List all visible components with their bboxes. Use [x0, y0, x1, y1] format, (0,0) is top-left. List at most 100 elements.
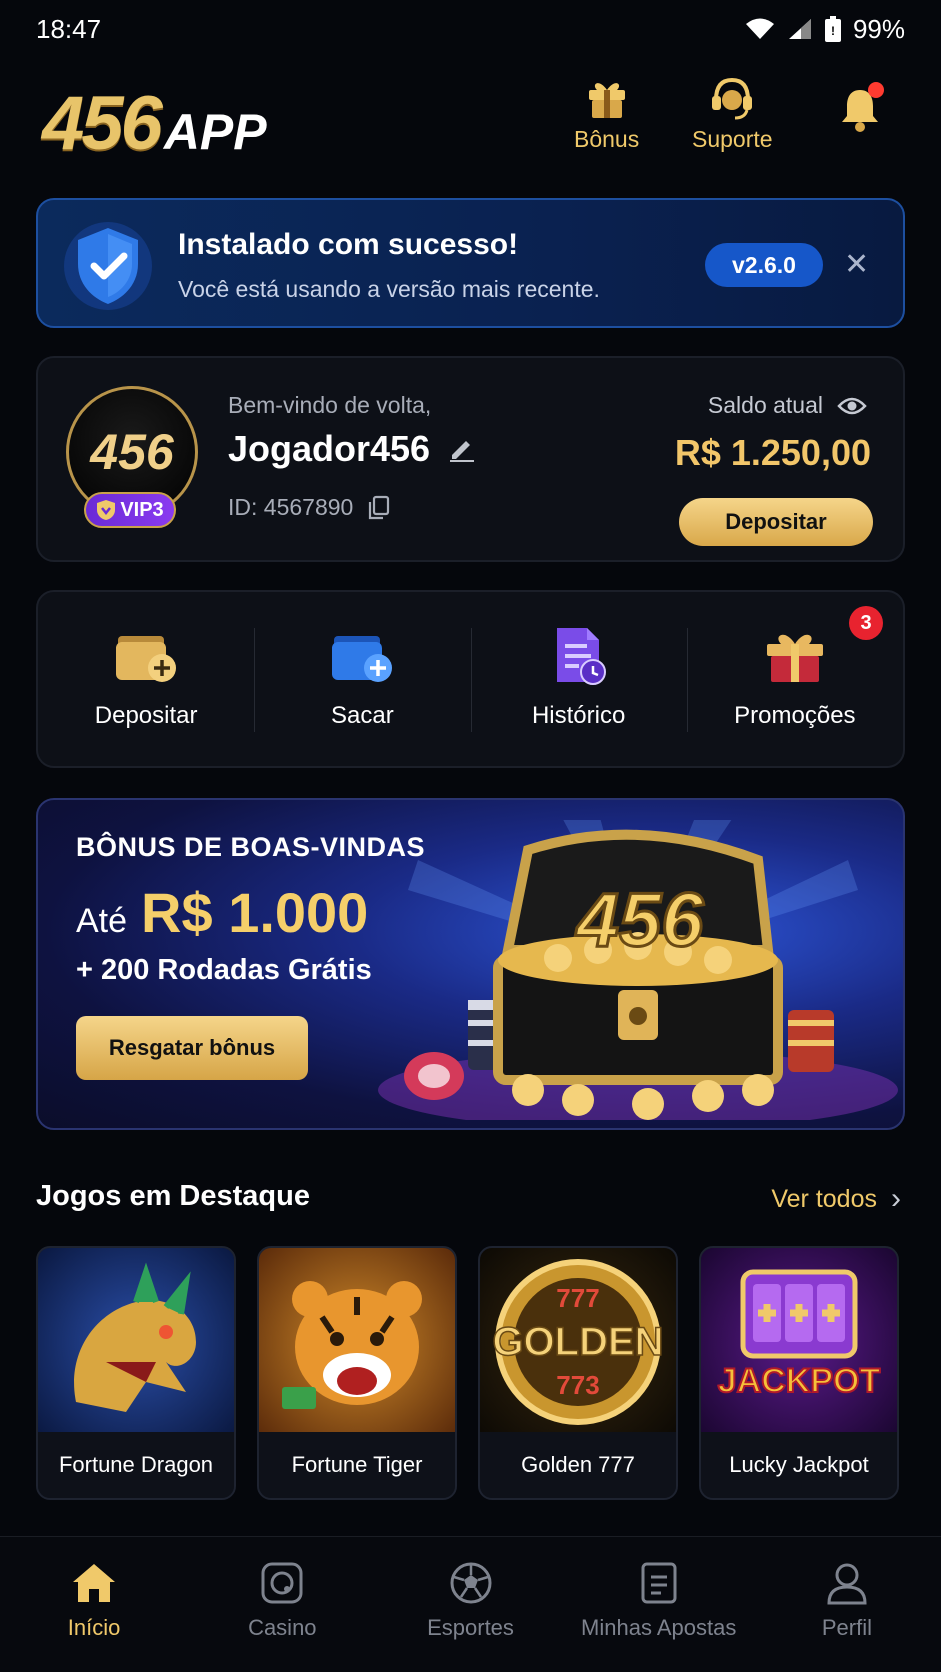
vip-shield-icon: [97, 500, 116, 520]
game-card-lucky-jackpot[interactable]: JACKPOT Lucky Jackpot: [699, 1246, 899, 1500]
close-icon[interactable]: ✕: [844, 250, 869, 280]
svg-text:!: !: [831, 24, 835, 38]
gift-icon: [766, 634, 823, 682]
see-all-link[interactable]: Ver todos ›: [771, 1182, 901, 1216]
user-id: ID: 4567890: [228, 494, 354, 520]
treasure-chest-art: 456: [378, 820, 898, 1120]
golden-art: 777 GOLDEN 773: [480, 1248, 676, 1436]
promo-amount: R$ 1.000: [141, 881, 369, 944]
quick-actions: Depositar Sacar Histórico Promoções 3: [36, 590, 905, 768]
casino-chip-icon: [261, 1562, 303, 1604]
game-card-golden-777[interactable]: 777 GOLDEN 773 Golden 777: [478, 1246, 678, 1500]
signal-icon: [788, 19, 811, 39]
notifications-button[interactable]: [838, 82, 884, 134]
promo-spins: + 200 Rodadas Grátis: [76, 954, 372, 986]
bottom-nav: Início Casino Esportes Minhas Apostas Pe…: [0, 1536, 941, 1672]
nav-perfil[interactable]: Perfil: [753, 1537, 941, 1672]
nav-inicio[interactable]: Início: [0, 1537, 188, 1672]
promo-title: BÔNUS DE BOAS-VINDAS: [76, 832, 426, 862]
status-bar: 18:47 ! 99%: [0, 0, 941, 58]
wallet-add-icon: [116, 636, 177, 682]
nav-minhas-apostas[interactable]: Minhas Apostas: [565, 1537, 753, 1672]
dragon-art: [38, 1248, 234, 1436]
bonus-button[interactable]: Bônus: [574, 76, 639, 153]
logo-suffix: APP: [163, 104, 267, 160]
support-label: Suporte: [692, 126, 773, 152]
welcome-bonus-banner[interactable]: 456 BÔNUS DE BOAS-VINDAS Até R$ 1.000 + …: [36, 798, 905, 1130]
headset-icon: [712, 77, 753, 120]
action-historico[interactable]: Histórico: [470, 592, 687, 766]
deposit-button[interactable]: Depositar: [679, 498, 873, 546]
promo-amount-row: Até R$ 1.000: [76, 880, 368, 945]
battery-percent: 99%: [852, 13, 905, 44]
ticket-icon: [641, 1562, 677, 1604]
chest-logo-text: 456: [575, 878, 705, 963]
nav-label: Minhas Apostas: [581, 1615, 737, 1640]
edit-pencil-icon[interactable]: [448, 435, 476, 463]
action-label: Histórico: [531, 702, 626, 729]
game-card-fortune-dragon[interactable]: Fortune Dragon: [36, 1246, 236, 1500]
action-depositar[interactable]: Depositar: [38, 592, 254, 766]
avatar-text: 456: [90, 424, 174, 480]
nav-label: Início: [67, 1615, 121, 1640]
game-name: Fortune Tiger: [259, 1432, 455, 1498]
game-name: Fortune Dragon: [38, 1432, 234, 1498]
username-row: Jogador456: [228, 428, 476, 470]
action-promocoes[interactable]: Promoções 3: [686, 592, 903, 766]
nav-label: Perfil: [821, 1615, 872, 1640]
copy-icon[interactable]: [367, 495, 391, 521]
username: Jogador456: [228, 428, 431, 469]
soccer-ball-icon: [450, 1562, 491, 1604]
chevron-right-icon: ›: [891, 1182, 901, 1215]
game-card-fortune-tiger[interactable]: Fortune Tiger: [257, 1246, 457, 1500]
promotions-count-badge: 3: [849, 606, 883, 640]
game-name: Golden 777: [480, 1432, 676, 1498]
history-document-icon: [556, 628, 606, 685]
logo-number: 456: [42, 81, 163, 166]
wallet-withdraw-icon: [332, 636, 393, 682]
nav-label: Esportes: [427, 1615, 514, 1640]
welcome-text: Bem-vindo de volta,: [228, 392, 432, 418]
nav-casino[interactable]: Casino: [188, 1537, 376, 1672]
claim-bonus-button[interactable]: Resgatar bônus: [76, 1016, 308, 1080]
install-subtitle: Você está usando a versão mais recente.: [178, 276, 600, 302]
app-header: 456 APP Bônus Suporte: [36, 70, 905, 170]
app-logo: 456 APP: [42, 80, 267, 167]
action-label: Depositar: [94, 702, 198, 729]
balance-value: R$ 1.250,00: [674, 432, 871, 473]
battery-icon: !: [824, 16, 841, 42]
see-all-label: Ver todos: [771, 1184, 877, 1213]
featured-games-list: Fortune Dragon Fortune Tiger 777 GOLDEN …: [36, 1246, 905, 1500]
bonus-label: Bônus: [574, 126, 640, 152]
support-button[interactable]: Suporte: [692, 76, 773, 153]
featured-title: Jogos em Destaque: [36, 1180, 310, 1212]
balance-label-row: Saldo atual: [708, 392, 867, 419]
home-icon: [73, 1564, 116, 1602]
jackpot-art: JACKPOT: [701, 1248, 897, 1436]
status-icons: ! 99%: [745, 14, 905, 45]
action-sacar[interactable]: Sacar: [254, 592, 470, 766]
promo-prefix: Até: [76, 902, 128, 940]
version-badge: v2.6.0: [705, 243, 823, 287]
vip-level: VIP3: [120, 498, 164, 521]
vip-badge[interactable]: VIP3: [84, 492, 176, 528]
balance-label: Saldo atual: [707, 392, 823, 418]
svg-text:773: 773: [556, 1370, 599, 1400]
eye-icon[interactable]: [837, 395, 867, 417]
nav-esportes[interactable]: Esportes: [376, 1537, 564, 1672]
action-label: Promoções: [734, 702, 856, 729]
action-label: Sacar: [331, 702, 394, 729]
user-icon: [827, 1563, 867, 1605]
tiger-art: [259, 1248, 455, 1436]
game-name: Lucky Jackpot: [701, 1432, 897, 1498]
jackpot-art-text: JACKPOT: [718, 1362, 881, 1400]
profile-card: 456 VIP3 Bem-vindo de volta, Jogador456 …: [36, 356, 905, 562]
svg-text:777: 777: [556, 1283, 599, 1313]
notification-dot: [868, 82, 884, 98]
gift-icon: [588, 83, 625, 118]
status-time: 18:47: [36, 13, 102, 44]
install-title: Instalado com sucesso!: [178, 228, 519, 261]
shield-check-icon: [64, 222, 152, 310]
user-id-row: ID: 4567890: [228, 494, 391, 521]
install-success-banner: Instalado com sucesso! Você está usando …: [36, 198, 905, 328]
